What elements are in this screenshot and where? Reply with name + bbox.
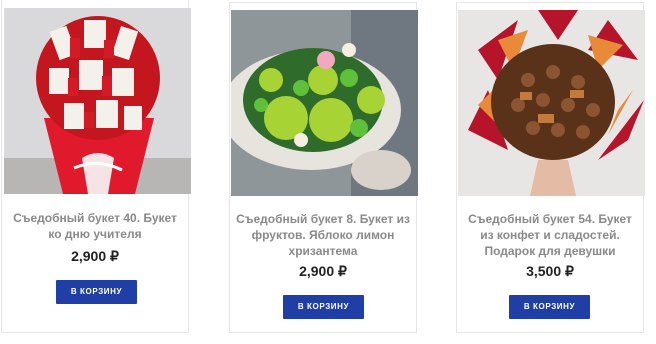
product-title[interactable]: Съедобный букет 54. Букет из конфет и сл…: [463, 211, 637, 259]
product-card[interactable]: Съедобный букет 40. Букет ко дню учителя…: [1, 0, 191, 333]
product-card[interactable]: Съедобный букет 54. Букет из конфет и сл…: [456, 2, 645, 333]
product-price: 2,900 ₽: [71, 248, 119, 264]
add-to-cart-button[interactable]: В КОРЗИНУ: [509, 295, 590, 319]
product-price: 2,900 ₽: [299, 263, 347, 279]
product-card[interactable]: Съедобный букет 8. Букет из фруктов. Ябл…: [229, 2, 418, 333]
product-title[interactable]: Съедобный букет 8. Букет из фруктов. Ябл…: [236, 211, 410, 259]
product-price: 3,500 ₽: [526, 263, 574, 279]
product-image[interactable]: [458, 10, 645, 196]
product-title[interactable]: Съедобный букет 40. Букет ко дню учителя: [8, 210, 182, 242]
add-to-cart-button[interactable]: В КОРЗИНУ: [56, 280, 137, 304]
product-image[interactable]: [231, 10, 418, 196]
add-to-cart-button[interactable]: В КОРЗИНУ: [283, 295, 364, 319]
product-image[interactable]: [4, 8, 191, 194]
